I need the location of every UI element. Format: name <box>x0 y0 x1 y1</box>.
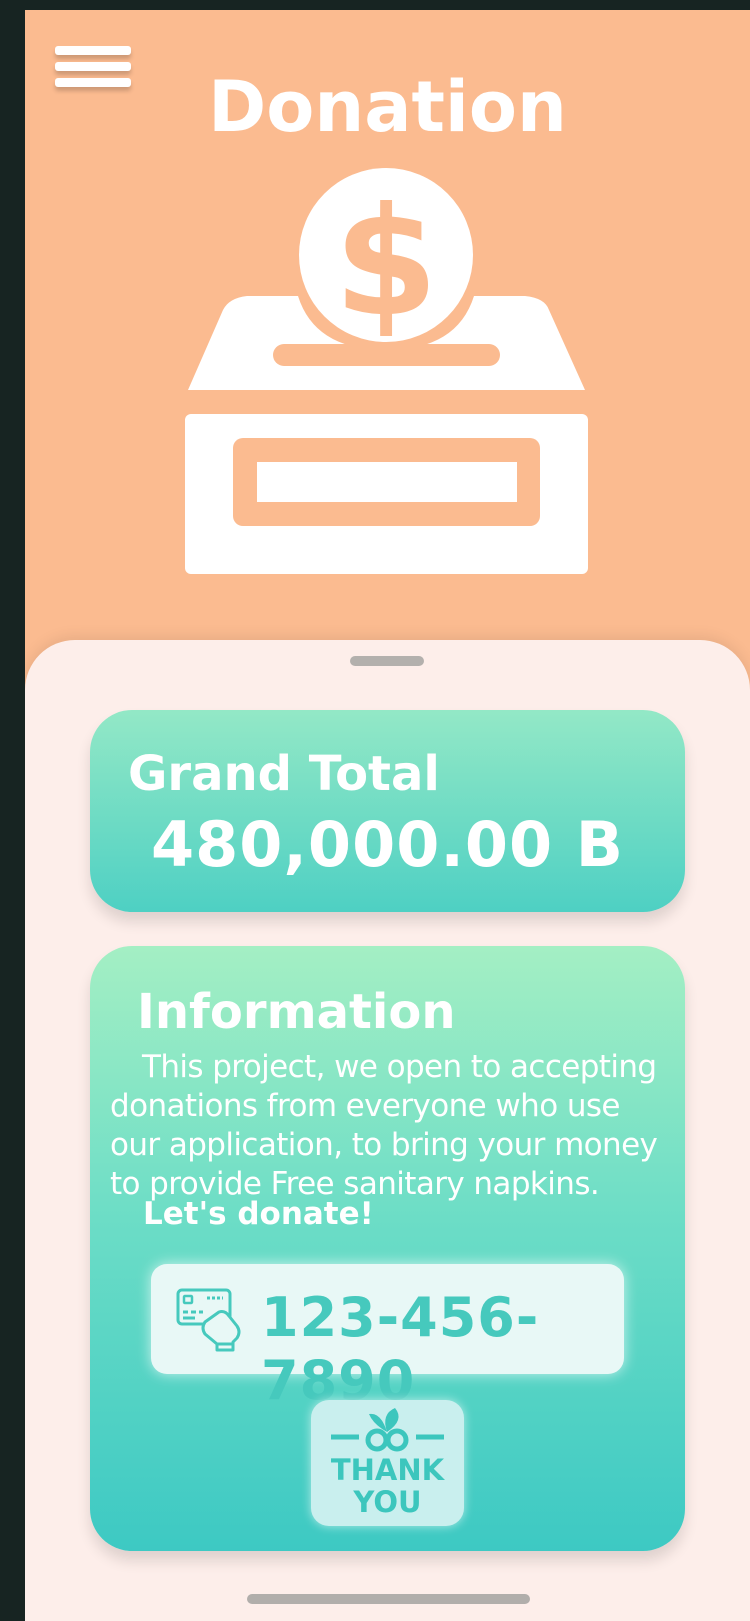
grand-total-value: 480,000.00 B <box>150 808 625 881</box>
app-screen: Donation $ Grand Total 480,000.00 B Info… <box>25 10 750 1621</box>
donation-box-icon: $ <box>185 168 588 574</box>
home-indicator[interactable] <box>247 1594 530 1604</box>
donate-call-to-action: Let's donate! <box>143 1196 374 1232</box>
flower-icon <box>331 1408 444 1452</box>
sheet-grabber[interactable] <box>350 656 424 666</box>
thank-you-text: THANK YOU <box>330 1453 445 1519</box>
credit-card-hand-icon <box>176 1288 241 1352</box>
svg-text:$: $ <box>334 176 438 350</box>
grand-total-card: Grand Total 480,000.00 B <box>90 710 685 912</box>
information-body: This project, we open to accepting donat… <box>110 1048 675 1204</box>
account-number-box[interactable]: 123-456-7890 <box>151 1264 624 1412</box>
information-title: Information <box>137 984 456 1040</box>
bottom-sheet: Grand Total 480,000.00 B Information Thi… <box>25 640 750 1621</box>
information-body-text: This project, we open to accepting donat… <box>110 1049 658 1202</box>
grand-total-label: Grand Total <box>128 746 440 802</box>
information-card: Information This project, we open to acc… <box>90 946 685 1551</box>
thank-you-badge: THANK YOU <box>311 1400 464 1526</box>
account-number: 123-456-7890 <box>261 1286 540 1412</box>
